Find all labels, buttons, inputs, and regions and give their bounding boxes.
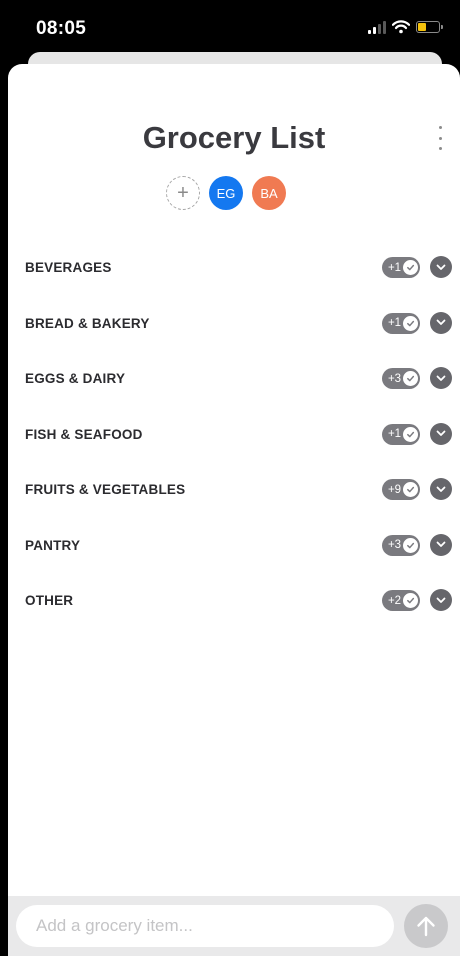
category-label: OTHER [25, 593, 74, 608]
category-list: BEVERAGES +1 BREAD & BAKERY +1 EGGS & DA… [8, 240, 460, 629]
chevron-down-icon[interactable] [430, 256, 452, 278]
signal-icon [368, 20, 386, 34]
checked-count: +3 [387, 539, 402, 551]
chevron-down-icon[interactable] [430, 422, 452, 445]
grocery-list-sheet: Grocery List + EG BA BEVERAGES +1 BREAD … [8, 64, 460, 956]
category-label: FRUITS & VEGETABLES [25, 482, 186, 497]
collaborators: + EG BA [166, 176, 286, 210]
avatar-member-2[interactable]: BA [252, 176, 286, 210]
checked-count: +1 [387, 317, 402, 329]
arrow-up-icon [417, 916, 435, 937]
send-button[interactable] [404, 904, 448, 948]
chevron-down-icon[interactable] [430, 589, 452, 611]
chevron-down-icon[interactable] [430, 533, 452, 556]
checked-count: +1 [387, 261, 402, 274]
chevron-down-icon[interactable] [430, 367, 452, 389]
plus-icon: + [177, 182, 189, 204]
check-icon [403, 593, 418, 608]
check-icon [403, 482, 418, 497]
checked-count-badge[interactable]: +9 [382, 479, 420, 500]
category-row[interactable]: BREAD & BAKERY +1 [8, 296, 460, 352]
category-row[interactable]: PANTRY +3 [8, 518, 460, 574]
add-item-input[interactable] [16, 905, 394, 947]
category-label: BREAD & BAKERY [25, 315, 150, 331]
checked-count-badge[interactable]: +1 [382, 312, 420, 334]
chevron-down-icon[interactable] [430, 311, 452, 334]
checked-count-badge[interactable]: +2 [382, 590, 420, 611]
category-label: PANTRY [25, 537, 81, 553]
page-title: Grocery List [142, 120, 326, 155]
checked-count-badge[interactable]: +3 [382, 534, 420, 556]
category-row[interactable]: OTHER +2 [8, 573, 460, 629]
add-item-bar [8, 896, 460, 956]
checked-count: +2 [387, 594, 402, 607]
more-vertical-icon[interactable] [432, 126, 448, 150]
check-icon [403, 260, 418, 275]
checked-count-badge[interactable]: +3 [382, 368, 420, 389]
category-label: FISH & SEAFOOD [25, 426, 143, 442]
status-icons [368, 20, 443, 34]
check-icon [403, 426, 418, 442]
checked-count-badge[interactable]: +1 [382, 423, 420, 445]
wifi-icon [392, 20, 410, 34]
checked-count: +9 [387, 483, 402, 496]
avatar-initials: BA [260, 185, 278, 201]
category-row[interactable]: FRUITS & VEGETABLES +9 [8, 462, 460, 518]
battery-icon [416, 21, 443, 33]
category-row[interactable]: BEVERAGES +1 [8, 240, 460, 296]
chevron-down-icon[interactable] [430, 478, 452, 500]
status-time: 08:05 [36, 18, 87, 39]
check-icon [403, 371, 418, 386]
category-row[interactable]: EGGS & DAIRY +3 [8, 351, 460, 407]
category-row[interactable]: FISH & SEAFOOD +1 [8, 407, 460, 463]
avatar-initials: EG [216, 185, 236, 201]
avatar-member-1[interactable]: EG [209, 176, 243, 210]
check-icon [403, 315, 418, 331]
checked-count-badge[interactable]: +1 [382, 257, 420, 278]
category-label: EGGS & DAIRY [25, 371, 126, 386]
check-icon [403, 537, 418, 553]
category-label: BEVERAGES [25, 260, 112, 275]
add-collaborator-button[interactable]: + [166, 176, 200, 210]
checked-count: +1 [387, 428, 402, 440]
checked-count: +3 [387, 372, 402, 385]
